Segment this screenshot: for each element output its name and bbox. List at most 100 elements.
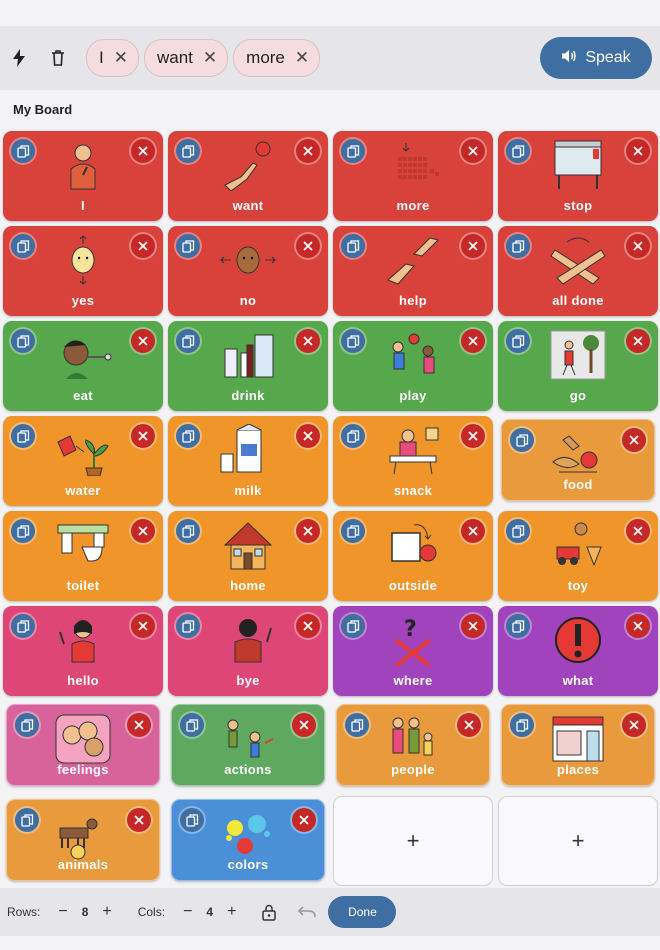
board-tile[interactable]: home [168,511,328,601]
close-icon[interactable] [131,139,155,163]
rows-decrement-button[interactable]: − [58,903,67,921]
copy-icon[interactable] [341,424,365,448]
close-icon[interactable] [296,424,320,448]
board-tile[interactable]: bye [168,606,328,696]
board-tile[interactable]: ? where [333,606,493,696]
lightning-icon[interactable] [1,40,37,76]
add-tile-button[interactable]: + [498,796,658,886]
copy-icon[interactable] [176,614,200,638]
board-tile[interactable]: feelings [6,704,160,786]
lock-icon[interactable] [262,904,277,921]
copy-icon[interactable] [11,424,35,448]
close-icon[interactable] [461,329,485,353]
copy-icon[interactable] [176,139,200,163]
close-icon[interactable] [461,519,485,543]
close-icon[interactable] [296,329,320,353]
copy-icon[interactable] [510,713,534,737]
close-icon[interactable] [626,519,650,543]
copy-icon[interactable] [180,713,204,737]
copy-icon[interactable] [176,234,200,258]
close-icon[interactable] [296,234,320,258]
close-icon[interactable] [461,234,485,258]
copy-icon[interactable] [11,614,35,638]
close-icon[interactable] [622,428,646,452]
close-icon[interactable] [296,139,320,163]
board-tile[interactable]: play [333,321,493,411]
trash-icon[interactable] [40,40,76,76]
close-icon[interactable] [622,713,646,737]
copy-icon[interactable] [341,329,365,353]
copy-icon[interactable] [510,428,534,452]
board-tile[interactable]: I [3,131,163,221]
sentence-chip[interactable]: want ✕ [143,39,229,77]
board-tile[interactable]: milk [168,416,328,506]
board-tile[interactable]: want [168,131,328,221]
board-tile[interactable]: food [501,419,655,501]
close-icon[interactable] [292,808,316,832]
sentence-chip[interactable]: I ✕ [86,39,139,77]
copy-icon[interactable] [11,139,35,163]
close-icon[interactable] [131,234,155,258]
close-icon[interactable] [461,614,485,638]
close-icon[interactable] [461,424,485,448]
copy-icon[interactable] [506,329,530,353]
board-tile[interactable]: help [333,226,493,316]
copy-icon[interactable] [176,519,200,543]
close-icon[interactable]: ✕ [114,48,128,68]
close-icon[interactable] [296,519,320,543]
copy-icon[interactable] [180,808,204,832]
copy-icon[interactable] [341,614,365,638]
board-tile[interactable]: toy [498,511,658,601]
sentence-chip[interactable]: more ✕ [233,39,321,77]
board-tile[interactable]: animals [6,799,160,881]
speak-button[interactable]: Speak [540,37,652,79]
board-tile[interactable]: snack [333,416,493,506]
close-icon[interactable] [131,329,155,353]
board-tile[interactable]: all done [498,226,658,316]
undo-icon[interactable] [298,906,317,918]
close-icon[interactable] [292,713,316,737]
copy-icon[interactable] [341,139,365,163]
add-tile-button[interactable]: + [333,796,493,886]
copy-icon[interactable] [341,234,365,258]
board-tile[interactable]: outside [333,511,493,601]
board-tile[interactable]: toilet [3,511,163,601]
rows-increment-button[interactable]: + [102,903,111,921]
board-tile[interactable]: go [498,321,658,411]
close-icon[interactable] [131,519,155,543]
close-icon[interactable] [296,614,320,638]
board-tile[interactable]: actions [171,704,325,786]
close-icon[interactable] [127,808,151,832]
close-icon[interactable] [461,139,485,163]
board-tile[interactable]: water [3,416,163,506]
close-icon[interactable]: ✕ [203,48,217,68]
copy-icon[interactable] [11,329,35,353]
copy-icon[interactable] [506,234,530,258]
board-tile[interactable]: no [168,226,328,316]
board-tile[interactable]: eat [3,321,163,411]
board-tile[interactable]: stop [498,131,658,221]
board-tile[interactable]: more [333,131,493,221]
close-icon[interactable] [131,614,155,638]
cols-decrement-button[interactable]: − [183,903,192,921]
copy-icon[interactable] [341,519,365,543]
board-tile[interactable]: yes [3,226,163,316]
close-icon[interactable] [131,424,155,448]
close-icon[interactable] [626,329,650,353]
done-button[interactable]: Done [328,896,397,928]
board-tile[interactable]: places [501,704,655,786]
copy-icon[interactable] [176,329,200,353]
close-icon[interactable] [127,713,151,737]
close-icon[interactable] [626,614,650,638]
board-tile[interactable]: hello [3,606,163,696]
copy-icon[interactable] [15,713,39,737]
copy-icon[interactable] [15,808,39,832]
close-icon[interactable] [626,234,650,258]
copy-icon[interactable] [506,519,530,543]
copy-icon[interactable] [11,234,35,258]
copy-icon[interactable] [506,614,530,638]
board-tile[interactable]: what [498,606,658,696]
board-tile[interactable]: drink [168,321,328,411]
copy-icon[interactable] [11,519,35,543]
board-tile[interactable]: colors [171,799,325,881]
